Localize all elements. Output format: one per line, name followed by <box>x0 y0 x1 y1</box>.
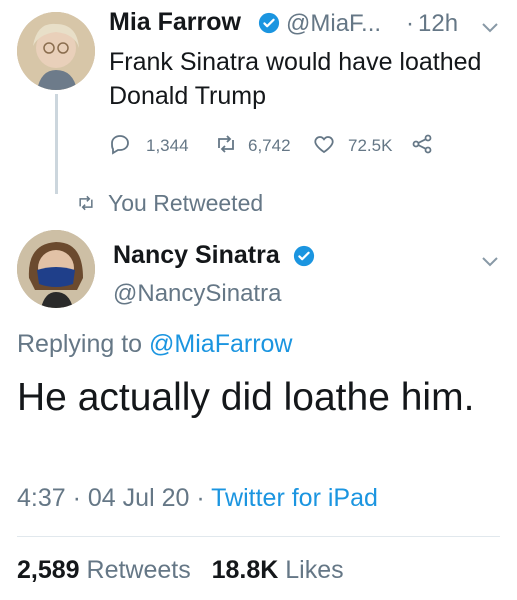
verified-badge-icon <box>293 245 315 272</box>
divider <box>17 536 500 537</box>
thread-line <box>55 94 58 194</box>
separator: · <box>196 484 205 512</box>
replying-to-link[interactable]: @MiaFarrow <box>149 330 292 358</box>
likes-count: 18.8K <box>211 556 279 584</box>
like-icon[interactable] <box>312 132 336 156</box>
retweet-banner-label: You Retweeted <box>108 190 264 216</box>
tweet-stats: 2,589 Retweets 18.8K Likes <box>17 556 344 585</box>
retweets-label: Retweets <box>86 556 191 584</box>
retweet-icon[interactable] <box>214 132 238 156</box>
reply-icon[interactable] <box>108 132 132 156</box>
avatar[interactable] <box>17 230 95 308</box>
likes-label: Likes <box>285 556 344 584</box>
author-name[interactable]: Mia Farrow <box>109 8 241 37</box>
replying-to: Replying to @MiaFarrow <box>17 330 292 359</box>
chevron-down-icon[interactable] <box>482 254 498 272</box>
chevron-down-icon[interactable] <box>482 20 498 38</box>
tweet-time[interactable]: 12h <box>418 10 458 38</box>
tweet-date[interactable]: 04 Jul 20 <box>88 484 189 512</box>
retweet-count: 6,742 <box>248 136 291 155</box>
retweets-count: 2,589 <box>17 556 80 584</box>
tweet-text: Frank Sinatra would have loathed Donald … <box>109 48 482 110</box>
verified-badge-icon <box>258 12 280 39</box>
avatar[interactable] <box>17 12 95 90</box>
separator: · <box>72 484 81 512</box>
avatar-photo <box>17 12 95 90</box>
likes-stat[interactable]: 18.8K Likes <box>212 556 344 584</box>
tweet-source-link[interactable]: Twitter for iPad <box>211 484 378 512</box>
author-name[interactable]: Nancy Sinatra <box>113 241 280 270</box>
retweets-stat[interactable]: 2,589 Retweets <box>17 556 191 584</box>
tweet-time[interactable]: 4:37 <box>17 484 66 512</box>
like-count: 72.5K <box>348 136 393 155</box>
avatar-photo <box>17 230 95 308</box>
author-handle[interactable]: @NancySinatra <box>113 280 281 308</box>
share-icon[interactable] <box>410 132 434 156</box>
tweet-text: He actually did loathe him. <box>17 376 475 419</box>
retweet-icon <box>75 193 97 218</box>
author-handle[interactable]: @MiaF... <box>286 10 381 38</box>
tweet-meta: 4:37 · 04 Jul 20 · Twitter for iPad <box>17 484 378 513</box>
reply-count: 1,344 <box>146 136 189 155</box>
replying-prefix: Replying to <box>17 330 143 358</box>
separator: · <box>406 10 414 37</box>
